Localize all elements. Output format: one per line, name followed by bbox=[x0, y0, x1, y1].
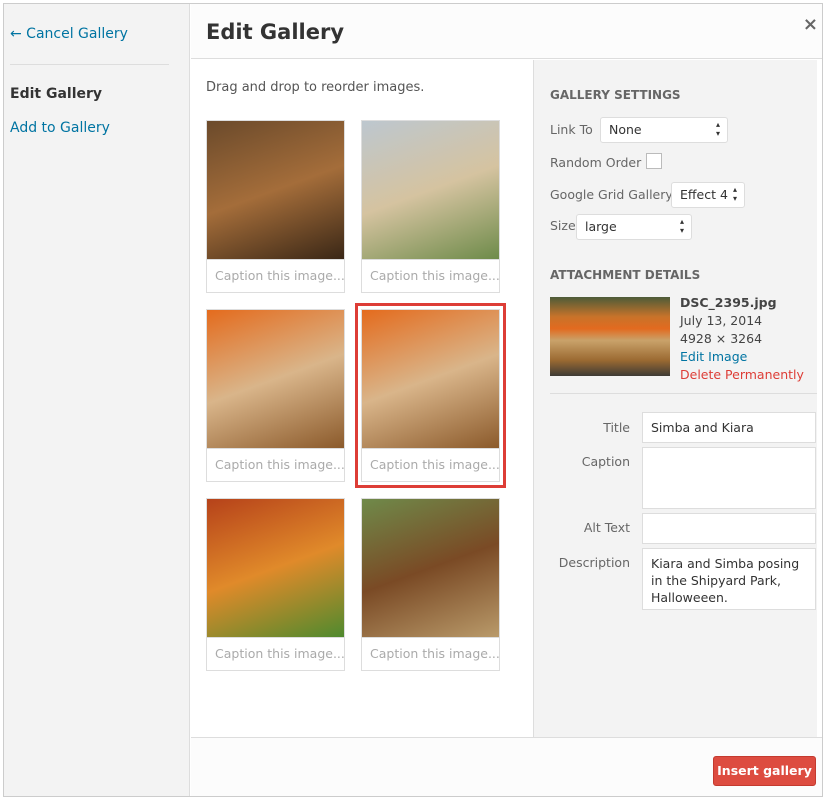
caption-input[interactable]: Caption this image... bbox=[362, 637, 499, 671]
settings-panel: Gallery Settings Link To None Random Ord… bbox=[533, 60, 817, 737]
sidebar-item-edit-gallery[interactable]: Edit Gallery bbox=[10, 86, 102, 102]
gallery-image-2[interactable]: Caption this image... bbox=[361, 120, 500, 293]
caption-input[interactable]: Caption this image... bbox=[207, 259, 344, 293]
gallery-photo[interactable] bbox=[362, 310, 499, 448]
footer-toolbar: Insert gallery bbox=[191, 737, 822, 796]
grid-effect-value: Effect 4 bbox=[680, 187, 728, 202]
gallery-photo[interactable] bbox=[207, 499, 344, 637]
description-label: Description bbox=[558, 555, 630, 570]
caption-input[interactable]: Caption this image... bbox=[207, 637, 344, 671]
link-to-label: Link To bbox=[550, 122, 593, 137]
grid-effect-select[interactable]: Effect 4 bbox=[671, 182, 745, 208]
filename: DSC_2395.jpg bbox=[680, 295, 777, 310]
random-order-label: Random Order bbox=[550, 155, 642, 170]
gallery-image-5[interactable]: Caption this image... bbox=[206, 498, 345, 671]
gallery-grid: Drag and drop to reorder images. Caption… bbox=[191, 60, 533, 737]
gallery-photo[interactable] bbox=[207, 121, 344, 259]
size-value: large bbox=[585, 219, 617, 234]
attachment-thumbnail bbox=[550, 297, 670, 376]
link-to-select[interactable]: None bbox=[600, 117, 728, 143]
link-to-value: None bbox=[609, 122, 642, 137]
grid-gallery-label: Google Grid Gallery bbox=[550, 187, 673, 202]
caption-input[interactable]: Caption this image... bbox=[207, 448, 344, 482]
divider bbox=[550, 393, 817, 394]
close-icon[interactable]: × bbox=[803, 14, 818, 35]
gallery-image-4[interactable]: Caption this image... bbox=[355, 303, 506, 488]
upload-date: July 13, 2014 bbox=[680, 313, 763, 328]
attachment-info: DSC_2395.jpg July 13, 2014 4928 × 3264 E… bbox=[680, 294, 804, 384]
description-textarea[interactable]: Kiara and Simba posing in the Shipyard P… bbox=[642, 548, 816, 610]
gallery-photo[interactable] bbox=[362, 121, 499, 259]
attachment-details-heading: Attachment Details bbox=[550, 268, 701, 282]
divider bbox=[10, 64, 169, 65]
gallery-photo[interactable] bbox=[207, 310, 344, 448]
title-label: Title bbox=[603, 420, 630, 435]
alt-text-input[interactable] bbox=[642, 513, 816, 544]
page-title: Edit Gallery bbox=[206, 20, 345, 44]
caption-input[interactable]: Caption this image... bbox=[362, 448, 499, 482]
delete-permanently-link[interactable]: Delete Permanently bbox=[680, 366, 804, 384]
size-label: Size bbox=[550, 218, 576, 233]
gallery-image-6[interactable]: Caption this image... bbox=[361, 498, 500, 671]
gallery-photo[interactable] bbox=[362, 499, 499, 637]
drag-hint: Drag and drop to reorder images. bbox=[206, 80, 425, 95]
size-select[interactable]: large bbox=[576, 214, 692, 240]
cancel-gallery-link[interactable]: ← Cancel Gallery bbox=[10, 26, 128, 42]
edit-gallery-modal: ← Cancel Gallery Edit Gallery Add to Gal… bbox=[3, 3, 823, 797]
caption-input[interactable]: Caption this image... bbox=[362, 259, 499, 293]
random-order-checkbox[interactable] bbox=[646, 153, 662, 169]
sidebar: ← Cancel Gallery Edit Gallery Add to Gal… bbox=[4, 4, 190, 796]
gallery-image-1[interactable]: Caption this image... bbox=[206, 120, 345, 293]
caption-label: Caption bbox=[581, 454, 630, 469]
caption-textarea[interactable] bbox=[642, 447, 816, 509]
title-input[interactable]: Simba and Kiara bbox=[642, 412, 816, 443]
sidebar-item-add-to-gallery[interactable]: Add to Gallery bbox=[10, 120, 110, 136]
gallery-image-3[interactable]: Caption this image... bbox=[206, 309, 345, 482]
insert-gallery-button[interactable]: Insert gallery bbox=[713, 756, 816, 786]
edit-image-link[interactable]: Edit Image bbox=[680, 348, 804, 366]
alt-text-label: Alt Text bbox=[583, 520, 630, 535]
dimensions: 4928 × 3264 bbox=[680, 331, 763, 346]
gallery-settings-heading: Gallery Settings bbox=[550, 88, 681, 102]
header: Edit Gallery × bbox=[191, 4, 822, 59]
